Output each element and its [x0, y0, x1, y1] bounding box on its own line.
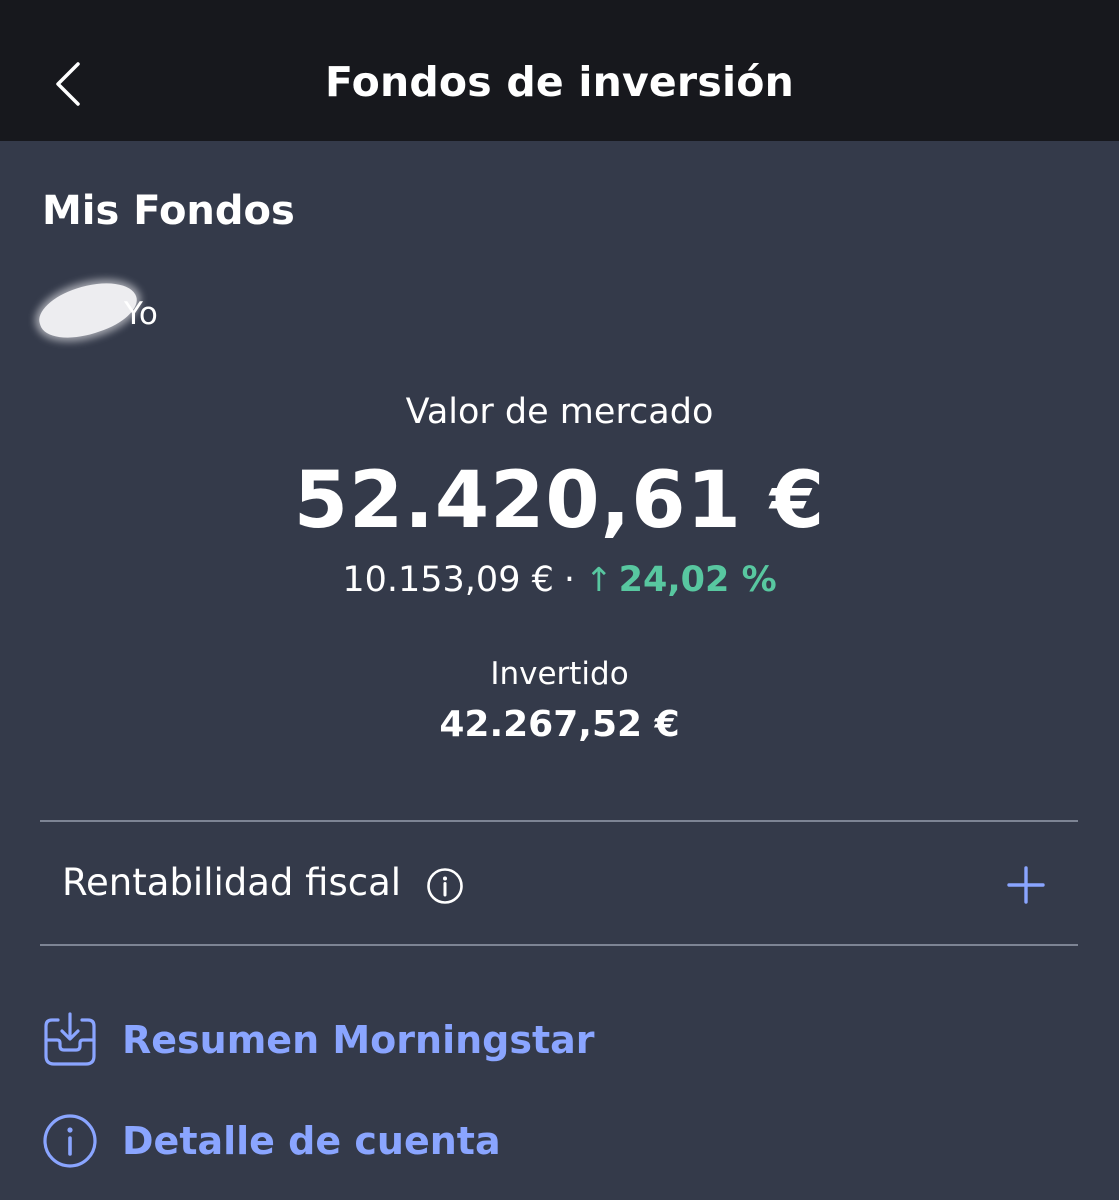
download-tray-icon — [44, 1012, 96, 1066]
invested-label: Invertido — [490, 656, 629, 692]
market-value-label: Valor de mercado — [405, 392, 714, 432]
owner-name: Yo — [124, 296, 158, 332]
separator-dot: · — [563, 560, 576, 600]
fiscal-return-label: Rentabilidad fiscal — [62, 861, 402, 904]
owner-selector[interactable]: Yo — [33, 271, 176, 349]
divider-top — [40, 820, 1078, 822]
market-value: 52.420,61 € — [293, 456, 826, 546]
plus-icon[interactable] — [1006, 865, 1046, 905]
gain-line: 10.153,09 € · ↑ 24,02 % — [0, 560, 1119, 600]
account-detail-label: Detalle de cuenta — [122, 1119, 501, 1163]
morningstar-summary-label: Resumen Morningstar — [122, 1018, 595, 1062]
divider-bottom — [40, 944, 1078, 946]
fiscal-return-row[interactable]: Rentabilidad fiscal — [40, 823, 1078, 945]
fund-screen: Fondos de inversión Mis Fondos Yo Valor … — [0, 0, 1119, 1200]
morningstar-summary-link[interactable]: Resumen Morningstar — [40, 1010, 740, 1070]
gain-percent: 24,02 % — [618, 560, 777, 600]
top-bar: Fondos de inversión — [0, 0, 1119, 141]
account-detail-link[interactable]: Detalle de cuenta — [40, 1111, 740, 1171]
info-circle-icon — [43, 1114, 97, 1168]
gain-amount: 10.153,09 € — [342, 560, 554, 600]
arrow-up-icon: ↑ — [585, 560, 613, 599]
invested-value: 42.267,52 € — [439, 704, 680, 745]
page-title: Fondos de inversión — [325, 58, 794, 106]
info-circle-icon[interactable] — [426, 867, 464, 905]
section-title: Mis Fondos — [42, 188, 295, 234]
